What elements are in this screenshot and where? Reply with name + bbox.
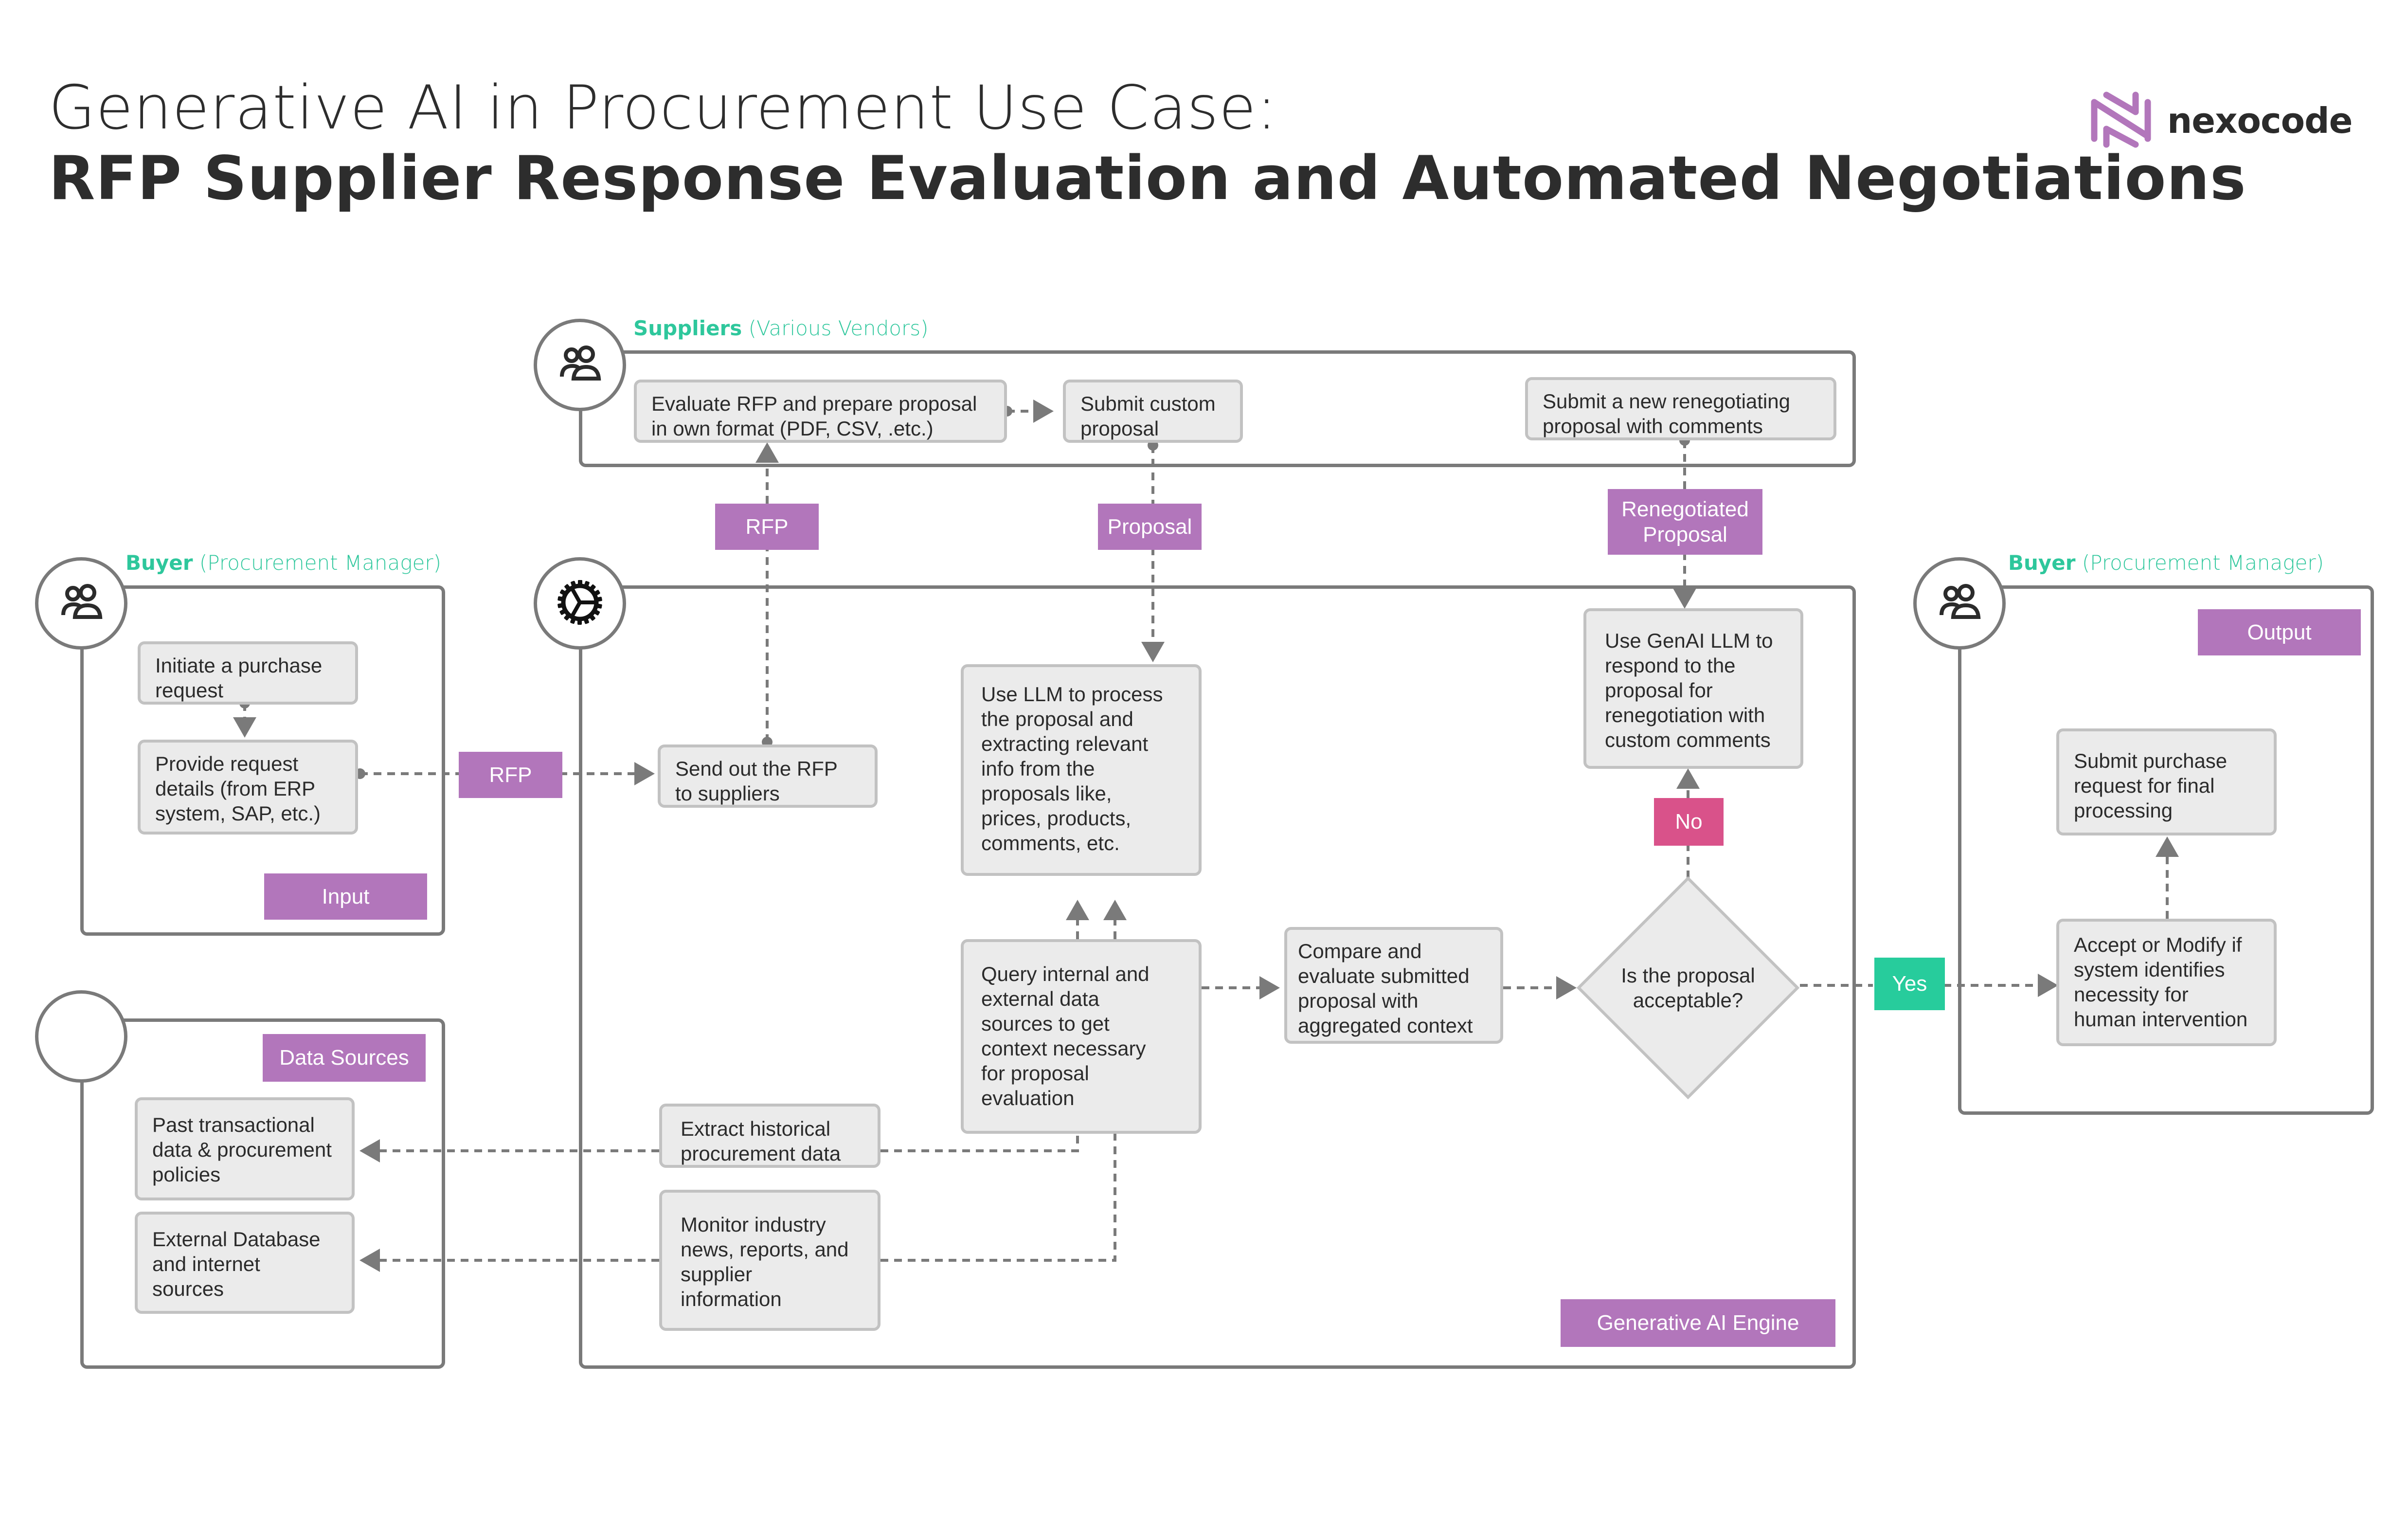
suppliers-avatar xyxy=(534,319,626,411)
buyer-output-title: Buyer xyxy=(2008,551,2076,575)
engine-avatar xyxy=(534,557,626,650)
node-initiate-purchase: Initiate a purchase request xyxy=(138,641,358,705)
users-icon xyxy=(1938,583,1981,624)
node-external-database: External Database and internet sources xyxy=(135,1212,355,1314)
buyer-input-lane-label: Buyer (Procurement Manager) xyxy=(126,551,441,575)
buyer-input-title: Buyer xyxy=(126,551,193,575)
buyer-output-avatar xyxy=(1913,557,2006,650)
suppliers-subtitle: (Various Vendors) xyxy=(748,316,929,340)
node-past-transactional: Past transactional data & procurement po… xyxy=(135,1097,355,1200)
node-provide-details: Provide request details (from ERP system… xyxy=(138,740,358,835)
node-genai-respond: Use GenAI LLM to respond to the proposal… xyxy=(1583,608,1803,769)
logo-text: nexocode xyxy=(2167,100,2353,141)
node-use-llm: Use LLM to process the proposal and extr… xyxy=(961,664,1202,876)
node-accept-modify: Accept or Modify if system identifies ne… xyxy=(2056,919,2277,1046)
tag-input: Input xyxy=(264,873,427,920)
node-submit-new-renegotiating: Submit a new renegotiating proposal with… xyxy=(1525,377,1836,440)
data-sources-avatar xyxy=(35,990,127,1083)
node-compare-evaluate: Compare and evaluate submitted proposal … xyxy=(1284,927,1503,1044)
buyer-input-avatar xyxy=(35,557,127,650)
buyer-output-lane-label: Buyer (Procurement Manager) xyxy=(2008,551,2324,575)
suppliers-lane-label: Suppliers (Various Vendors) xyxy=(633,316,929,340)
nexocode-logo-icon xyxy=(2089,90,2153,151)
tag-yes: Yes xyxy=(1874,958,1945,1010)
tag-data-sources: Data Sources xyxy=(263,1034,426,1082)
title-line-1: Generative AI in Procurement Use Case: xyxy=(49,73,1277,143)
tag-output: Output xyxy=(2198,609,2361,655)
title-line-2: RFP Supplier Response Evaluation and Aut… xyxy=(49,144,2246,214)
tag-rfp-left: RFP xyxy=(459,752,562,798)
node-query-data: Query internal and external data sources… xyxy=(961,939,1202,1134)
tag-proposal: Proposal xyxy=(1098,504,1202,550)
logo: nexocode xyxy=(2089,90,2353,151)
node-send-rfp: Send out the RFP to suppliers xyxy=(658,744,878,808)
node-submit-custom-proposal: Submit custom proposal xyxy=(1063,380,1243,443)
buyer-output-subtitle: (Procurement Manager) xyxy=(2082,551,2324,575)
users-icon xyxy=(558,345,602,386)
buyer-input-subtitle: (Procurement Manager) xyxy=(199,551,441,575)
node-evaluate-rfp: Evaluate RFP and prepare proposal in own… xyxy=(634,380,1007,443)
tag-generative-ai-engine: Generative AI Engine xyxy=(1561,1299,1835,1347)
suppliers-title: Suppliers xyxy=(633,316,742,340)
decision-label: Is the proposal acceptable? xyxy=(1621,964,1755,1012)
tag-rfp-up: RFP xyxy=(715,504,819,550)
node-submit-purchase: Submit purchase request for final proces… xyxy=(2056,728,2277,835)
tag-renegotiated-proposal: Renegotiated Proposal xyxy=(1608,489,1762,555)
gear-icon xyxy=(557,579,603,628)
node-extract-historical: Extract historical procurement data xyxy=(659,1104,881,1168)
node-monitor-industry: Monitor industry news, reports, and supp… xyxy=(659,1190,881,1331)
users-icon xyxy=(59,583,103,624)
